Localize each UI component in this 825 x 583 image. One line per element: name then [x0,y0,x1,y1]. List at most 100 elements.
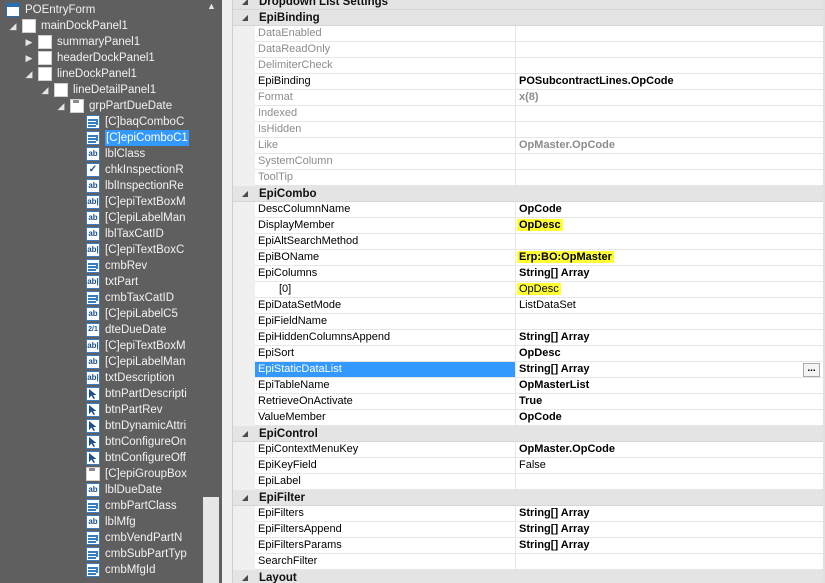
tree-node[interactable]: ab| [C]epiTextBoxM [0,194,222,210]
property-name[interactable]: DisplayMember [255,218,516,234]
property-row[interactable]: EpiAltSearchMethod [233,234,825,250]
property-name[interactable]: IsHidden [255,122,516,138]
property-name[interactable]: EpiDataSetMode [255,298,516,314]
property-name[interactable]: RetrieveOnActivate [255,394,516,410]
property-value[interactable]: OpMaster.OpCode [516,138,825,154]
property-row[interactable]: DataEnabled [233,26,825,42]
property-row[interactable]: DelimiterCheck [233,58,825,74]
property-value[interactable]: String[] Array [516,506,825,522]
property-name[interactable]: DelimiterCheck [255,58,516,74]
property-row[interactable]: EpiBOName Erp:BO:OpMaster [233,250,825,266]
tree-node[interactable]: btnDynamicAttri [0,418,222,434]
tree-node[interactable]: ab [C]epiLabelMan [0,354,222,370]
property-name[interactable]: EpiAltSearchMethod [255,234,516,250]
property-row[interactable]: EpiFiltersParams String[] Array [233,538,825,554]
tree-node[interactable]: ab [C]epiLabelMan [0,210,222,226]
property-value[interactable]: POSubcontractLines.OpCode [516,74,825,90]
property-row[interactable]: DisplayMember OpDesc [233,218,825,234]
property-name[interactable]: DataEnabled [255,26,516,42]
property-name[interactable]: Like [255,138,516,154]
tree-node[interactable]: ab lblMfg [0,514,222,530]
tree-node[interactable]: ab [C]epiLabelC5 [0,306,222,322]
property-value[interactable]: String[] Array... [516,362,825,378]
property-row[interactable]: EpiKeyField False [233,458,825,474]
collapse-arrow-icon[interactable]: ◢ [40,82,50,98]
collapse-arrow-icon[interactable]: ◢ [8,18,18,34]
collapse-arrow-icon[interactable]: ◢ [240,189,250,199]
property-value[interactable] [516,154,825,170]
property-row[interactable]: Format x(8) [233,90,825,106]
tree-node[interactable]: ab| txtPart [0,274,222,290]
property-row[interactable]: EpiBinding POSubcontractLines.OpCode [233,74,825,90]
property-name[interactable]: SystemColumn [255,154,516,170]
tree-node[interactable]: ▶ headerDockPanel1 [0,50,222,66]
property-value[interactable]: OpDesc [516,218,825,234]
property-row[interactable]: ValueMember OpCode [233,410,825,426]
tree-scrollbar[interactable] [203,497,219,583]
property-row[interactable]: DescColumnName OpCode [233,202,825,218]
property-row[interactable]: EpiSort OpDesc [233,346,825,362]
property-row[interactable]: SearchFilter [233,554,825,570]
property-row[interactable]: EpiDataSetMode ListDataSet [233,298,825,314]
property-name[interactable]: EpiKeyField [255,458,516,474]
collapse-arrow-icon[interactable]: ◢ [240,429,250,439]
property-row[interactable]: Like OpMaster.OpCode [233,138,825,154]
tree-node[interactable]: cmbMfgId [0,562,222,578]
property-value[interactable]: String[] Array [516,330,825,346]
expand-arrow-icon[interactable]: ▶ [24,34,34,50]
property-row[interactable]: EpiLabel [233,474,825,490]
property-name[interactable]: [0] [255,282,516,298]
property-row[interactable]: EpiContextMenuKey OpMaster.OpCode [233,442,825,458]
collapse-arrow-icon[interactable]: ◢ [240,573,250,583]
property-name[interactable]: EpiTableName [255,378,516,394]
collapse-arrow-icon[interactable]: ◢ [56,98,66,114]
property-name[interactable]: EpiStaticDataList [255,362,516,378]
panel-splitter[interactable] [222,0,232,583]
property-value[interactable]: String[] Array [516,522,825,538]
property-row[interactable]: RetrieveOnActivate True [233,394,825,410]
property-name[interactable]: EpiBOName [255,250,516,266]
tree-node[interactable]: ab lblClass [0,146,222,162]
expand-arrow-icon[interactable]: ▶ [24,50,34,66]
property-name[interactable]: EpiBinding [255,74,516,90]
tree-node[interactable]: ◢ lineDetailPanel1 [0,82,222,98]
property-row[interactable]: SystemColumn [233,154,825,170]
property-value[interactable] [516,170,825,186]
category-row[interactable]: ◢ EpiFilter [233,490,825,506]
property-value[interactable]: ListDataSet [516,298,825,314]
property-value[interactable]: String[] Array [516,266,825,282]
property-value[interactable]: x(8) [516,90,825,106]
property-name[interactable]: SearchFilter [255,554,516,570]
property-row[interactable]: Indexed [233,106,825,122]
property-value[interactable] [516,26,825,42]
property-value[interactable]: OpCode [516,202,825,218]
property-row[interactable]: [0] OpDesc [233,282,825,298]
ellipsis-button[interactable]: ... [803,363,820,377]
property-value[interactable] [516,314,825,330]
property-row[interactable]: IsHidden [233,122,825,138]
property-value[interactable]: Erp:BO:OpMaster [516,250,825,266]
tree-node[interactable]: cmbPartClass [0,498,222,514]
property-name[interactable]: EpiFiltersAppend [255,522,516,538]
property-value[interactable] [516,234,825,250]
property-name[interactable]: EpiFieldName [255,314,516,330]
property-grid[interactable]: ◢ Dropdown List Settings ◢ EpiBinding DataEn… [232,0,825,583]
property-value[interactable]: OpDesc [516,282,825,298]
property-name[interactable]: DataReadOnly [255,42,516,58]
property-value[interactable]: True [516,394,825,410]
property-name[interactable]: EpiHiddenColumnsAppend [255,330,516,346]
tree-node[interactable]: POEntryForm [0,2,222,18]
property-value[interactable] [516,554,825,570]
tree-node[interactable]: cmbRev [0,258,222,274]
category-row[interactable]: ◢ EpiCombo [233,186,825,202]
tree-node[interactable]: ab| txtDescription [0,370,222,386]
tree-node[interactable]: ◢ grpPartDueDate [0,98,222,114]
property-name[interactable]: EpiLabel [255,474,516,490]
tree-node[interactable]: ab lblInspectionRe [0,178,222,194]
property-row[interactable]: EpiFieldName [233,314,825,330]
tree-node[interactable]: btnPartDescripti [0,386,222,402]
property-name[interactable]: EpiColumns [255,266,516,282]
property-name[interactable]: Indexed [255,106,516,122]
property-name[interactable]: EpiFilters [255,506,516,522]
collapse-arrow-icon[interactable]: ◢ [240,13,250,23]
